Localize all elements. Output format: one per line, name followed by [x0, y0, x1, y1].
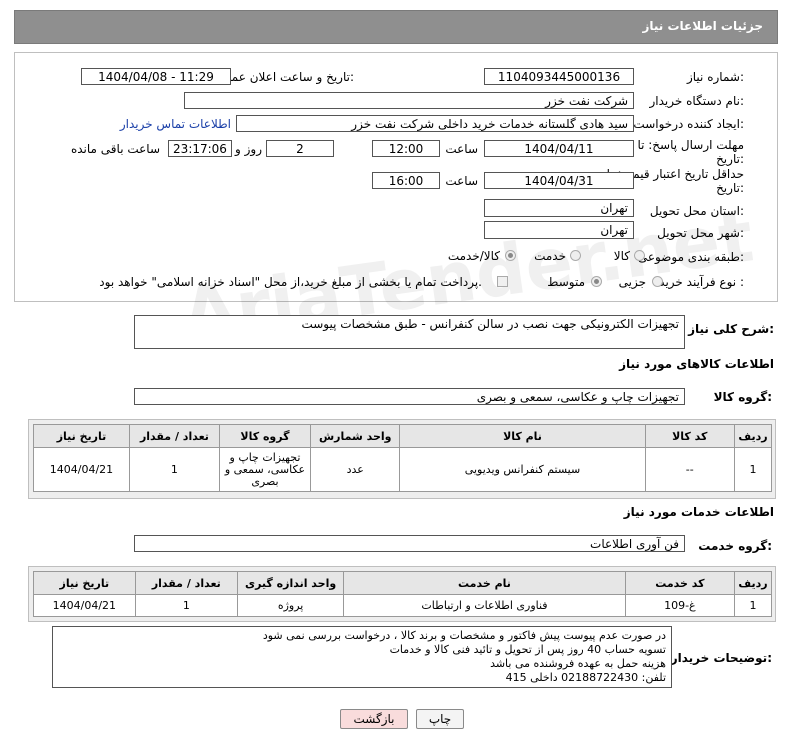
category-goods-label: کالا — [613, 249, 630, 263]
announce-field: 1404/04/08 - 11:29 — [81, 68, 231, 85]
process-minor-label: جزیی — [618, 275, 646, 289]
goods-cell-code: -- — [644, 447, 735, 492]
deadline-label: مهلت ارسال پاسخ: تا تاریخ: — [637, 138, 744, 166]
deadline-time-label: ساعت — [445, 142, 478, 156]
buyer-notes-label: توضیحات خریدار: — [670, 651, 772, 665]
category-service-label: خدمت — [534, 249, 566, 263]
services-col-name: نام خدمت — [343, 571, 626, 595]
province-label: استان محل تحویل: — [649, 204, 744, 218]
services-table: تاریخ نیاز تعداد / مقدار واحد اندازه گیر… — [33, 571, 773, 617]
goods-table: تاریخ نیاز تعداد / مقدار گروه کالا واحد … — [33, 424, 773, 492]
category-radio-goods-service[interactable] — [505, 250, 516, 261]
summary-field: تجهیزات الکترونیکی جهت نصب در سالن کنفرا… — [134, 315, 685, 349]
category-label: طبقه بندی موضوعی: — [637, 250, 744, 264]
services-col-row: ردیف — [733, 571, 773, 595]
goods-table-header: تاریخ نیاز تعداد / مقدار گروه کالا واحد … — [33, 424, 773, 448]
goods-group-label: گروه کالا: — [713, 390, 772, 404]
services-cell-name: فناوری اطلاعات و ارتباطات — [343, 594, 626, 617]
goods-col-qty: تعداد / مقدار — [128, 424, 220, 448]
services-cell-date: 1404/04/21 — [33, 594, 136, 617]
buyer-notes-line: تسویه حساب 40 روز پس از تحویل و تائید فن… — [389, 643, 666, 656]
buyer-contact-link[interactable]: اطلاعات تماس خریدار — [120, 117, 231, 131]
province-field: تهران — [484, 199, 634, 217]
deadline-date-field: 1404/04/11 — [484, 140, 634, 157]
services-section-title: اطلاعات خدمات مورد نیاز — [623, 505, 774, 519]
price-valid-time-field: 16:00 — [372, 172, 440, 189]
goods-col-row: ردیف — [733, 424, 773, 448]
treasury-checkbox[interactable] — [497, 276, 508, 287]
services-table-header: تاریخ نیاز تعداد / مقدار واحد اندازه گیر… — [33, 571, 773, 595]
services-cell-unit: پروژه — [236, 594, 345, 617]
goods-cell-name: سیستم کنفرانس ویدیویی — [399, 447, 646, 492]
buyer-notes-field: در صورت عدم پیوست پیش فاکتور و مشخصات و … — [52, 626, 672, 688]
goods-section-title: اطلاعات کالاهای مورد نیاز — [619, 357, 774, 371]
need-number-label: شماره نیاز: — [686, 70, 744, 84]
goods-col-unit: واحد شمارش — [310, 424, 401, 448]
category-radio-goods[interactable] — [634, 250, 645, 261]
services-cell-row: 1 — [733, 594, 773, 617]
requester-label: ایجاد کننده درخواست: — [633, 117, 744, 131]
city-label: شهر محل تحویل: — [657, 226, 744, 240]
goods-cell-group: تجهیزات چاپ و عکاسی، سمعی و بصری — [218, 447, 312, 492]
services-cell-code: غ-109 — [624, 594, 735, 617]
price-valid-date-field: 1404/04/31 — [484, 172, 634, 189]
goods-cell-row: 1 — [733, 447, 773, 492]
buyer-notes-line: تلفن: 02188722430 داخلی 415 — [505, 671, 666, 684]
page-title: جزئیات اطلاعات نیاز — [642, 19, 763, 33]
deadline-time-field: 12:00 — [372, 140, 440, 157]
table-row: 1404/04/21 1 تجهیزات چاپ و عکاسی، سمعی و… — [33, 447, 773, 492]
remaining-label: ساعت باقی مانده — [70, 142, 160, 156]
goods-col-date: تاریخ نیاز — [33, 424, 130, 448]
print-button[interactable]: چاپ — [416, 709, 464, 729]
remaining-time-field: 23:17:06 — [168, 140, 232, 157]
process-label: نوع فرآیند خرید : — [659, 275, 744, 289]
back-button[interactable]: بازگشت — [340, 709, 408, 729]
category-goods-service-label: کالا/خدمت — [447, 249, 500, 263]
services-group-label: گروه خدمت: — [698, 539, 772, 553]
need-number-field: 1104093445000136 — [484, 68, 634, 85]
goods-col-group: گروه کالا — [218, 424, 312, 448]
services-col-unit: واحد اندازه گیری — [236, 571, 345, 595]
goods-cell-date: 1404/04/21 — [33, 447, 130, 492]
services-cell-qty: 1 — [134, 594, 238, 617]
city-field: تهران — [484, 221, 634, 239]
summary-label: شرح کلی نیاز: — [688, 322, 774, 336]
goods-col-name: نام کالا — [399, 424, 646, 448]
treasury-text: پرداخت تمام یا بخشی از مبلغ خرید،از محل … — [99, 275, 482, 289]
buyer-notes-line: هزینه حمل به عهده فروشنده می باشد — [490, 657, 666, 670]
days-label: روز و — [235, 142, 262, 156]
requester-field: سید هادی گلستانه خدمات خرید داخلی شرکت ن… — [236, 115, 634, 132]
days-remaining-field: 2 — [266, 140, 334, 157]
process-radio-minor[interactable] — [652, 276, 663, 287]
buyer-field: شرکت نفت خزر — [184, 92, 634, 109]
goods-group-field: تجهیزات چاپ و عکاسی، سمعی و بصری — [134, 388, 685, 405]
buyer-notes-line: در صورت عدم پیوست پیش فاکتور و مشخصات و … — [262, 629, 666, 642]
services-group-field: فن آوری اطلاعات — [134, 535, 685, 552]
goods-col-code: کد کالا — [644, 424, 735, 448]
buyer-label: نام دستگاه خریدار: — [649, 94, 745, 108]
goods-cell-unit: عدد — [310, 447, 401, 492]
services-col-code: کد خدمت — [624, 571, 735, 595]
page-header: جزئیات اطلاعات نیاز — [14, 10, 778, 44]
services-col-date: تاریخ نیاز — [33, 571, 136, 595]
services-col-qty: تعداد / مقدار — [134, 571, 238, 595]
price-valid-time-label: ساعت — [445, 174, 478, 188]
process-medium-label: متوسط — [547, 275, 585, 289]
goods-cell-qty: 1 — [128, 447, 220, 492]
category-radio-service[interactable] — [570, 250, 581, 261]
process-radio-medium[interactable] — [591, 276, 602, 287]
table-row: 1404/04/21 1 پروژه فناوری اطلاعات و ارتب… — [33, 594, 773, 617]
